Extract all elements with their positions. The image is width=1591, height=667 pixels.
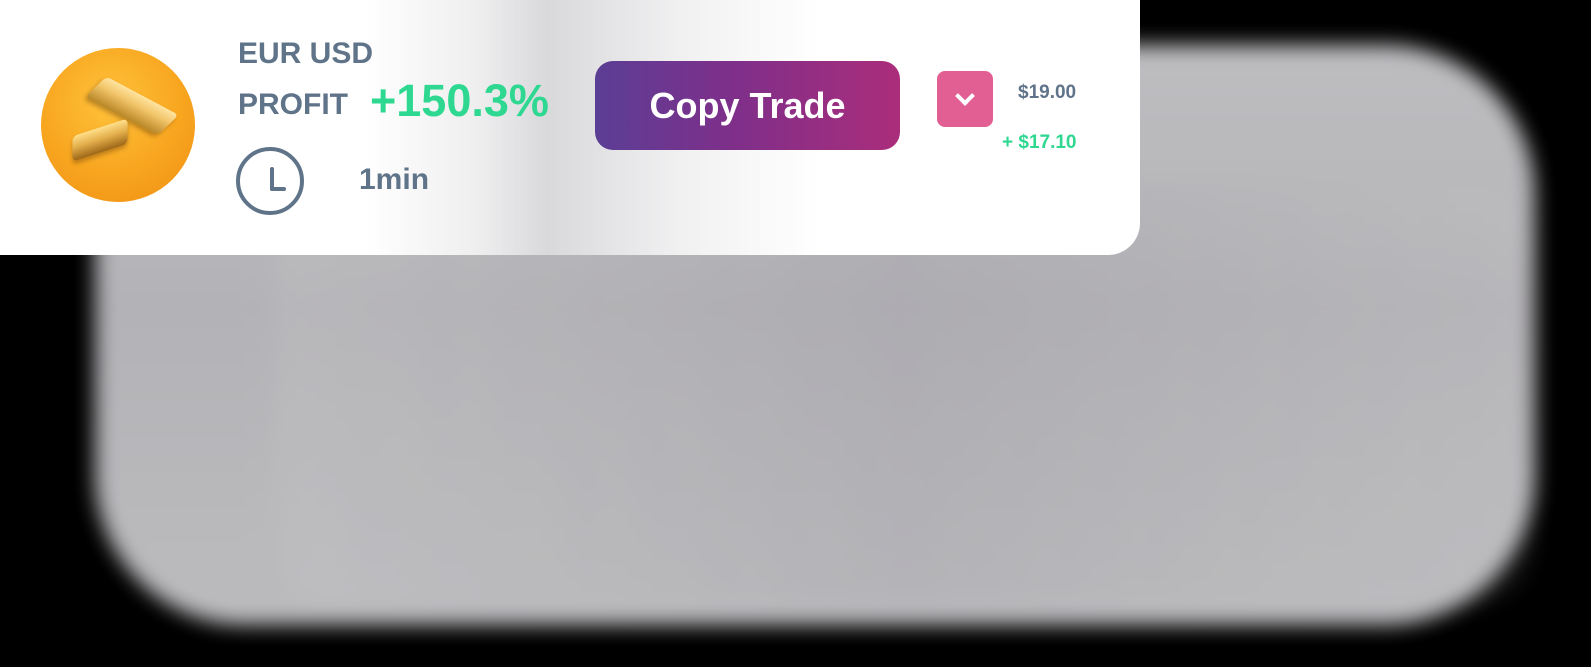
profit-value: +150.3% xyxy=(370,75,549,126)
chevron-down-icon xyxy=(955,86,975,106)
clock-icon xyxy=(236,147,304,215)
trade-duration: 1min xyxy=(359,163,430,196)
screenshot-stage: EUR USD PROFIT +150.3% 1min Copy Trade $… xyxy=(0,0,1591,667)
trade-amount: $19.00 xyxy=(1018,82,1077,103)
gold-bar-bottom xyxy=(72,118,128,162)
trade-card: EUR USD PROFIT +150.3% 1min Copy Trade $… xyxy=(0,0,1140,255)
profit-label: PROFIT xyxy=(238,88,348,121)
copy-trade-button[interactable]: Copy Trade xyxy=(595,61,900,150)
trade-amount-dropdown[interactable] xyxy=(937,71,993,127)
gold-bars-icon xyxy=(41,48,195,202)
currency-pair: EUR USD xyxy=(238,37,374,70)
trade-gain: + $17.10 xyxy=(1002,132,1077,153)
